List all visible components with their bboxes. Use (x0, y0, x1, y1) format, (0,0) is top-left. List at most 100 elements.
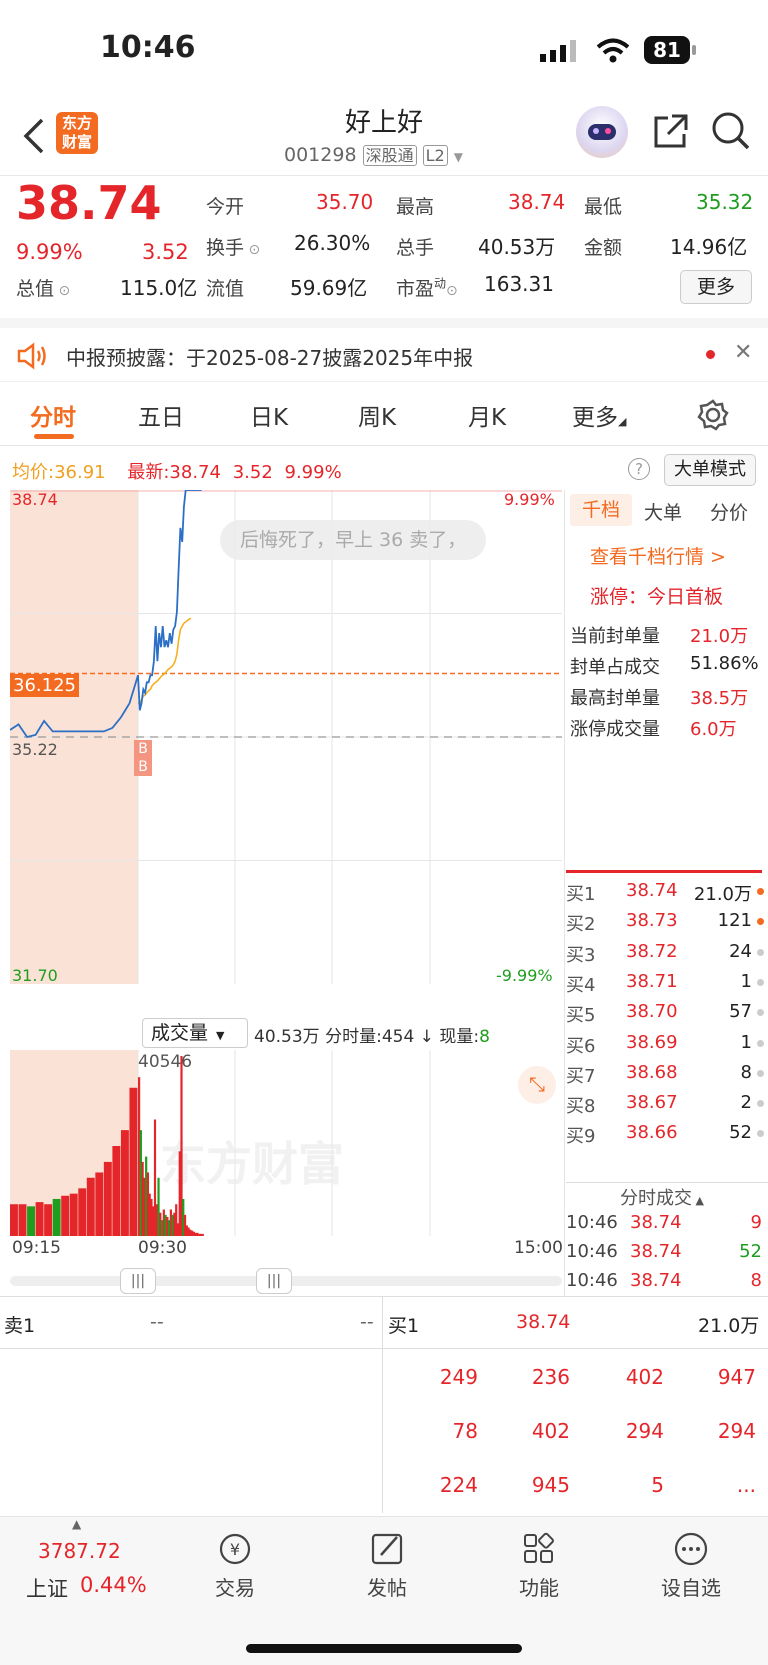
bid-price: 38.73 (626, 910, 678, 932)
edit-icon (371, 1533, 403, 1565)
tab-daily-k[interactable]: 日K (250, 398, 288, 432)
volume-bar (27, 1206, 35, 1236)
search-icon[interactable] (710, 110, 752, 152)
dock-add-watchlist[interactable]: 设自选 (636, 1531, 746, 1601)
queue-order-qty: 402 (531, 1419, 570, 1443)
bid-label: 买8 (566, 1096, 596, 1118)
volume-bar (10, 1204, 18, 1236)
bid-price: 38.70 (626, 1001, 678, 1023)
bid-qty: 1 (740, 1031, 752, 1053)
queue-header (0, 1297, 768, 1349)
tab-weekly-k[interactable]: 周K (358, 398, 396, 432)
price-chart[interactable] (10, 490, 562, 984)
status-time: 10:46 (100, 30, 196, 65)
bid-row[interactable]: 买1 38.74 21.0万 (566, 880, 766, 912)
bid-row[interactable]: 买7 38.68 8 (566, 1062, 766, 1094)
bid-row[interactable]: 买9 38.66 52 (566, 1122, 766, 1154)
help-icon[interactable]: ? (628, 458, 650, 480)
notice-bar[interactable]: 中报预披露：于2025-08-27披露2025年中报 ✕ (0, 328, 768, 382)
volume-bar (44, 1204, 53, 1236)
range-handle-left[interactable]: ||| (120, 1268, 156, 1294)
bid-dot (757, 948, 764, 956)
robot-avatar-icon[interactable] (576, 106, 628, 158)
bid-price: 38.67 (626, 1092, 678, 1114)
pe-value: 163.31 (484, 272, 554, 296)
share-icon[interactable] (650, 112, 690, 152)
tab-more[interactable]: 更多◢ (572, 398, 626, 432)
chart-info-line: 均价:36.91 最新:38.74 3.52 9.99% (12, 462, 342, 483)
dock-trade[interactable]: ¥ 交易 (180, 1531, 290, 1601)
tab-five-day[interactable]: 五日 (138, 398, 184, 432)
tick-qty: 9 (750, 1212, 762, 1233)
mktcap-label: 总值 ⊙ (16, 278, 71, 300)
divider (0, 318, 768, 328)
bid-price: 38.72 (626, 940, 678, 962)
bid-row[interactable]: 买6 38.69 1 (566, 1032, 766, 1064)
bid-dot (757, 918, 764, 926)
avg-price: 36.91 (54, 462, 106, 483)
float-value: 59.69亿 (290, 276, 368, 300)
bid-row[interactable]: 买5 38.70 57 (566, 1001, 766, 1033)
y-top-label: 38.74 (12, 490, 58, 509)
battery-tip (692, 45, 696, 55)
range-handle-right[interactable]: ||| (256, 1268, 292, 1294)
tick-row: 10:46 38.74 52 (566, 1241, 766, 1273)
tick-time: 10:46 (566, 1212, 618, 1233)
bid-qty: 52 (729, 1122, 752, 1144)
index-widget[interactable]: ▲ 3787.72 上证 0.44% (20, 1517, 160, 1617)
bid-row[interactable]: 买3 38.72 24 (566, 941, 766, 973)
big-order-mode-button[interactable]: 大单模式 (664, 454, 756, 486)
more-button[interactable]: 更多 (680, 270, 752, 304)
side-tab-big-order[interactable]: 大单 (644, 498, 682, 525)
battery-level: 81 (653, 38, 681, 62)
quote-panel: 38.74 9.99% 3.52 今开 35.70 最高 38.74 最低 35… (0, 176, 768, 318)
queue-order-qty: 294 (625, 1419, 664, 1443)
tab-intraday[interactable]: 分时 (30, 398, 76, 432)
buy-marker: B (134, 740, 152, 758)
bid-qty: 57 (729, 1001, 752, 1023)
bid-row[interactable]: 买8 38.67 2 (566, 1092, 766, 1124)
depth-link[interactable]: 查看千档行情 > (590, 542, 726, 569)
bid-qty: 1 (740, 970, 752, 992)
indicator-dropdown[interactable]: 成交量 ▼ (142, 1018, 248, 1048)
amount-value: 14.96亿 (670, 235, 748, 259)
wifi-icon (596, 38, 630, 63)
bid-price: 38.66 (626, 1122, 678, 1144)
limit-stat-label: 最高封单量 (570, 688, 660, 709)
side-tab-depth[interactable]: 千档 (570, 494, 632, 526)
bid-qty: 2 (740, 1092, 752, 1114)
divider (382, 1297, 383, 1513)
comment-bubble: 后悔死了，早上 36 卖了， (220, 520, 487, 560)
settings-gear-icon[interactable] (696, 398, 730, 432)
volume-bar (52, 1198, 61, 1236)
bid-label: 买3 (566, 944, 596, 966)
volume-bar (129, 1087, 138, 1236)
change-amount: 3.52 (142, 240, 189, 264)
volume-chart[interactable] (10, 1050, 562, 1236)
expand-icon[interactable]: ⤡ (518, 1066, 556, 1104)
chevron-down-icon[interactable]: ▼ (454, 150, 463, 164)
ticks-header[interactable]: 分时成交 ▲ (620, 1184, 704, 1210)
queue-order-qty: 5 (651, 1473, 664, 1497)
dock-post[interactable]: 发帖 (332, 1531, 442, 1601)
bid-row[interactable]: 买4 38.71 1 (566, 971, 766, 1003)
bid-row[interactable]: 买2 38.73 121 (566, 910, 766, 942)
limit-stat-label: 当前封单量 (570, 626, 660, 647)
pct-top-label: 9.99% (504, 490, 555, 509)
side-tab-price-dist[interactable]: 分价 (710, 498, 748, 525)
volume-label: 总手 (396, 237, 435, 259)
bid-dot (757, 978, 764, 986)
queue-order-qty: 224 (439, 1473, 478, 1497)
bottom-dock: ▲ 3787.72 上证 0.44% ¥ 交易 发帖 功能 设自选 (0, 1516, 768, 1665)
tab-monthly-k[interactable]: 月K (468, 398, 506, 432)
tag-hk-connect: 深股通 (362, 145, 417, 166)
dock-functions[interactable]: 功能 (484, 1531, 594, 1601)
tick-price: 38.74 (630, 1241, 682, 1262)
bid-price: 38.69 (626, 1031, 678, 1053)
volume-bar (120, 1130, 129, 1236)
dock-label: 交易 (215, 1576, 255, 1600)
dock-label: 功能 (519, 1576, 559, 1600)
close-icon[interactable]: ✕ (734, 340, 752, 365)
unread-dot (706, 350, 715, 359)
bid-dot (757, 1100, 764, 1108)
